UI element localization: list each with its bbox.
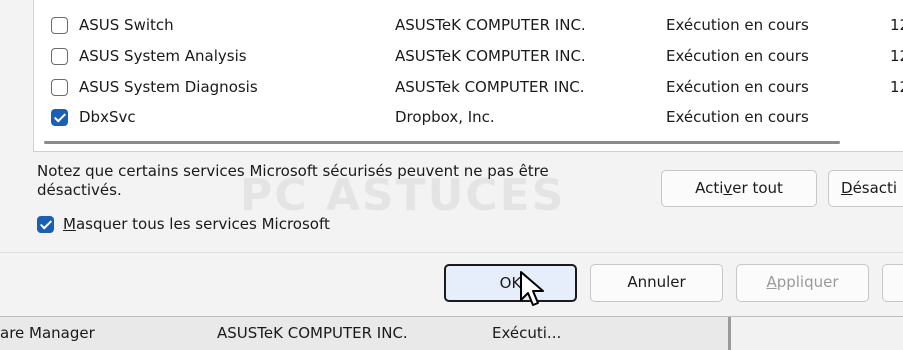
- hide-microsoft-services-checkbox[interactable]: [37, 216, 54, 233]
- microsoft-services-note: Notez que certains services Microsoft sé…: [37, 162, 549, 199]
- service-name: DbxSvc: [79, 108, 136, 126]
- service-row-asus-switch[interactable]: ASUS Switch ASUSTeK COMPUTER INC. Exécut…: [34, 12, 903, 40]
- enable-all-button[interactable]: Activer tout: [661, 170, 817, 207]
- background-process-status: Exécuti...: [492, 324, 562, 342]
- service-date: 12: [890, 78, 903, 96]
- scrollbar-thumb[interactable]: [44, 141, 840, 144]
- service-manufacturer: ASUSTeK COMPUTER INC.: [395, 47, 586, 65]
- service-status: Exécution en cours: [666, 47, 809, 65]
- service-row-asus-system-diagnosis[interactable]: ASUS System Diagnosis ASUSTek COMPUTER I…: [34, 74, 903, 102]
- service-checkbox[interactable]: [51, 79, 68, 96]
- services-list: ASUS Switch ASUSTeK COMPUTER INC. Exécut…: [33, 0, 903, 152]
- background-process-name: are Manager: [0, 324, 95, 342]
- service-row-dbxsvc[interactable]: DbxSvc Dropbox, Inc. Exécution en cours: [34, 104, 903, 126]
- hide-microsoft-services-label: Masquer tous les services Microsoft: [63, 215, 330, 233]
- cancel-button[interactable]: Annuler: [590, 264, 723, 302]
- service-manufacturer: ASUSTek COMPUTER INC.: [395, 78, 585, 96]
- footer-separator: [0, 252, 903, 253]
- service-status: Exécution en cours: [666, 78, 809, 96]
- service-name: ASUS Switch: [79, 16, 174, 34]
- service-checkbox[interactable]: [51, 109, 68, 126]
- background-pane: [731, 317, 903, 350]
- disable-all-button[interactable]: Désacti: [828, 170, 903, 207]
- service-checkbox[interactable]: [51, 17, 68, 34]
- help-button[interactable]: [882, 264, 903, 302]
- mouse-cursor-icon: [520, 271, 544, 306]
- system-configuration-dialog: ASUS Switch ASUSTeK COMPUTER INC. Exécut…: [0, 0, 903, 316]
- horizontal-scrollbar[interactable]: [40, 137, 894, 149]
- service-checkbox[interactable]: [51, 48, 68, 65]
- service-manufacturer: Dropbox, Inc.: [395, 108, 495, 126]
- service-manufacturer: ASUSTeK COMPUTER INC.: [395, 16, 586, 34]
- background-process-manufacturer: ASUSTeK COMPUTER INC.: [217, 324, 408, 342]
- apply-button[interactable]: Appliquer: [736, 264, 869, 302]
- service-name: ASUS System Analysis: [79, 47, 247, 65]
- service-status: Exécution en cours: [666, 108, 809, 126]
- service-status: Exécution en cours: [666, 16, 809, 34]
- background-task-row: are Manager ASUSTeK COMPUTER INC. Exécut…: [0, 316, 903, 350]
- ok-button[interactable]: OK: [444, 264, 577, 302]
- service-row-asus-system-analysis[interactable]: ASUS System Analysis ASUSTeK COMPUTER IN…: [34, 43, 903, 71]
- service-date: 12: [890, 47, 903, 65]
- service-name: ASUS System Diagnosis: [79, 78, 258, 96]
- service-date: 12: [890, 16, 903, 34]
